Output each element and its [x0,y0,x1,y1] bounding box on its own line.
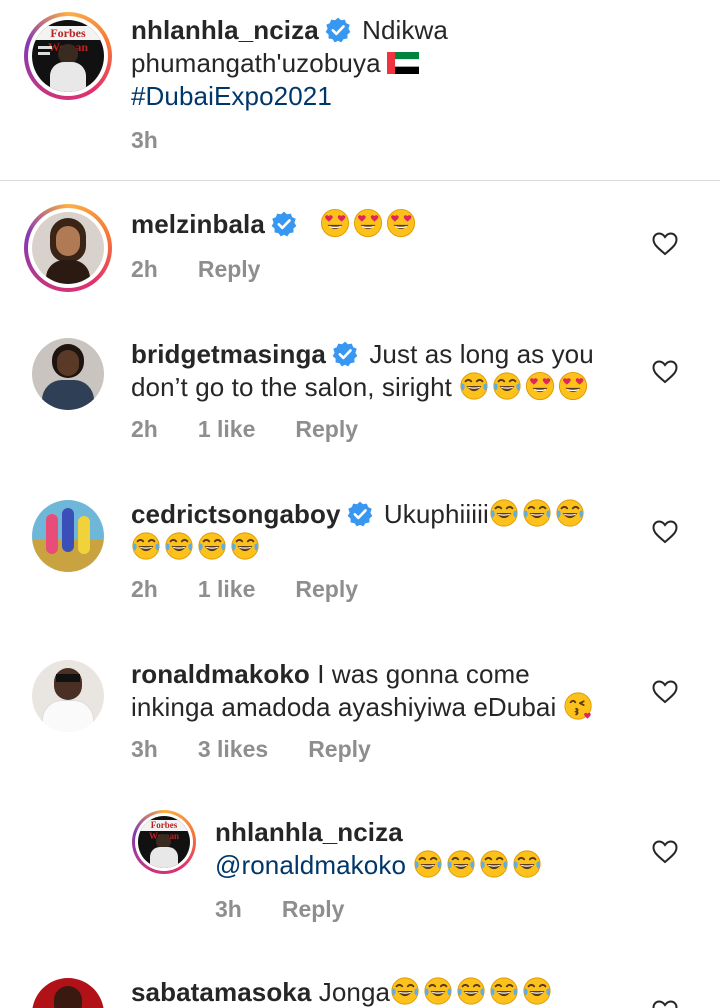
like-heart-icon[interactable] [652,840,678,864]
comment-text-line2: don’t go to the salon, siright [131,372,452,402]
tears-of-joy-emoji-icon [512,849,542,879]
comment-meta: 2h 1 like Reply [131,416,398,443]
caption-text-line2: phumangath'uzobuya [131,48,381,78]
tears-of-joy-emoji-icon [413,849,443,879]
reply-button[interactable]: Reply [282,896,345,922]
like-heart-icon[interactable] [652,520,678,544]
like-heart-icon[interactable] [652,1000,678,1008]
reply-button[interactable]: Reply [198,256,261,282]
caption-time: 3h [131,127,158,153]
caption-username[interactable]: nhlanhla_nciza [131,15,319,45]
like-count[interactable]: 3 likes [198,736,268,762]
comment-username[interactable]: cedrictsongaboy [131,499,341,529]
verified-badge-icon [347,501,373,527]
comment-row: sabatamasoka Jonga [0,970,720,1008]
reply-button[interactable]: Reply [308,736,371,762]
tears-of-joy-emoji-icon [446,849,476,879]
comment-time: 3h [131,736,158,762]
heart-eyes-emoji-icon [320,208,350,238]
heart-eyes-emoji-icon [353,208,383,238]
tears-of-joy-emoji-icon [390,976,420,1006]
tears-of-joy-emoji-icon [459,371,489,401]
verified-badge-icon [325,17,351,43]
comment-row: ronaldmakoko I was gonna come inkinga am… [0,650,720,780]
magazine-masthead: Forbes Woman [138,820,190,841]
comment-text-line1: I was gonna come [317,659,530,689]
caption-hashtag[interactable]: #DubaiExpo2021 [131,81,332,111]
comment-username[interactable]: sabatamasoka [131,977,311,1007]
caption-meta: 3h [131,127,198,154]
avatar[interactable]: Forbes Woman [138,816,190,868]
like-heart-icon[interactable] [652,232,678,256]
like-heart-icon[interactable] [652,360,678,384]
tears-of-joy-emoji-icon [522,976,552,1006]
tears-of-joy-emoji-icon [555,498,585,528]
verified-badge-icon [332,341,358,367]
divider [0,180,720,181]
heart-eyes-emoji-icon [386,208,416,238]
comment-time: 2h [131,256,158,282]
like-count[interactable]: 1 like [198,416,256,442]
comment-text: melzinbala [131,208,651,241]
comment-username[interactable]: bridgetmasinga [131,339,326,369]
comment-row: melzinbala 2h Reply [0,190,720,300]
verified-badge-icon [271,211,297,237]
caption-text-line1: Ndikwa [362,15,448,45]
avatar[interactable] [32,338,104,410]
avatar[interactable] [32,978,104,1008]
comment-text-line1: Just as long as you [369,339,594,369]
tears-of-joy-emoji-icon [131,531,161,561]
caption-text: nhlanhla_nciza Ndikwa phumangath'uzobuya… [131,14,691,113]
magazine-masthead: Forbes Woman [32,26,104,54]
heart-eyes-emoji-icon [558,371,588,401]
reply-row: Forbes Woman nhlanhla_nciza @ronaldmakok… [0,800,720,940]
tears-of-joy-emoji-icon [479,849,509,879]
mention[interactable]: @ronaldmakoko [215,850,406,880]
tears-of-joy-emoji-icon [197,531,227,561]
tears-of-joy-emoji-icon [522,498,552,528]
comment-meta: 2h 1 like Reply [131,576,398,603]
comment-time: 2h [131,576,158,602]
comment-text: bridgetmasinga Just as long as you don’t… [131,338,651,404]
reply-button[interactable]: Reply [295,416,358,442]
comment-text: sabatamasoka Jonga [131,976,651,1008]
comment-text-line2: inkinga amadoda ayashiyiwa eDubai [131,692,557,722]
tears-of-joy-emoji-icon [489,976,519,1006]
tears-of-joy-emoji-icon [456,976,486,1006]
avatar[interactable]: Forbes Woman [32,20,104,92]
tears-of-joy-emoji-icon [230,531,260,561]
tears-of-joy-emoji-icon [423,976,453,1006]
story-ring[interactable] [24,204,112,292]
comment-row: bridgetmasinga Just as long as you don’t… [0,330,720,460]
reply-button[interactable]: Reply [295,576,358,602]
avatar[interactable] [32,500,104,572]
avatar[interactable] [32,212,104,284]
comment-username[interactable]: melzinbala [131,209,265,239]
caption-row: Forbes Woman nhlanhla_nciza Ndikwa phuma… [0,0,720,180]
comment-text: nhlanhla_nciza @ronaldmakoko [215,816,645,882]
comment-time: 2h [131,416,158,442]
story-ring[interactable]: Forbes Woman [132,810,196,874]
heart-eyes-emoji-icon [525,371,555,401]
comment-meta: 2h Reply [131,256,300,283]
comment-username[interactable]: ronaldmakoko [131,659,310,689]
comment-text-line1: Ukuphiiiii [383,499,489,529]
comment-username[interactable]: nhlanhla_nciza [215,817,403,847]
comment-meta: 3h Reply [215,896,384,923]
tears-of-joy-emoji-icon [492,371,522,401]
kissing-heart-emoji-icon [564,691,594,721]
like-count[interactable]: 1 like [198,576,256,602]
comment-meta: 3h 3 likes Reply [131,736,411,763]
tears-of-joy-emoji-icon [164,531,194,561]
like-heart-icon[interactable] [652,680,678,704]
uae-flag-icon [387,52,419,74]
comment-text: ronaldmakoko I was gonna come inkinga am… [131,658,651,724]
comment-text: cedrictsongaboy Ukuphiiiii [131,498,651,564]
story-ring[interactable]: Forbes Woman [24,12,112,100]
comment-time: 3h [215,896,242,922]
avatar[interactable] [32,660,104,732]
tears-of-joy-emoji-icon [489,498,519,528]
comment-text-line1: Jonga [318,977,391,1007]
comment-row: cedrictsongaboy Ukuphiiiii 2h 1 like Reply [0,490,720,620]
